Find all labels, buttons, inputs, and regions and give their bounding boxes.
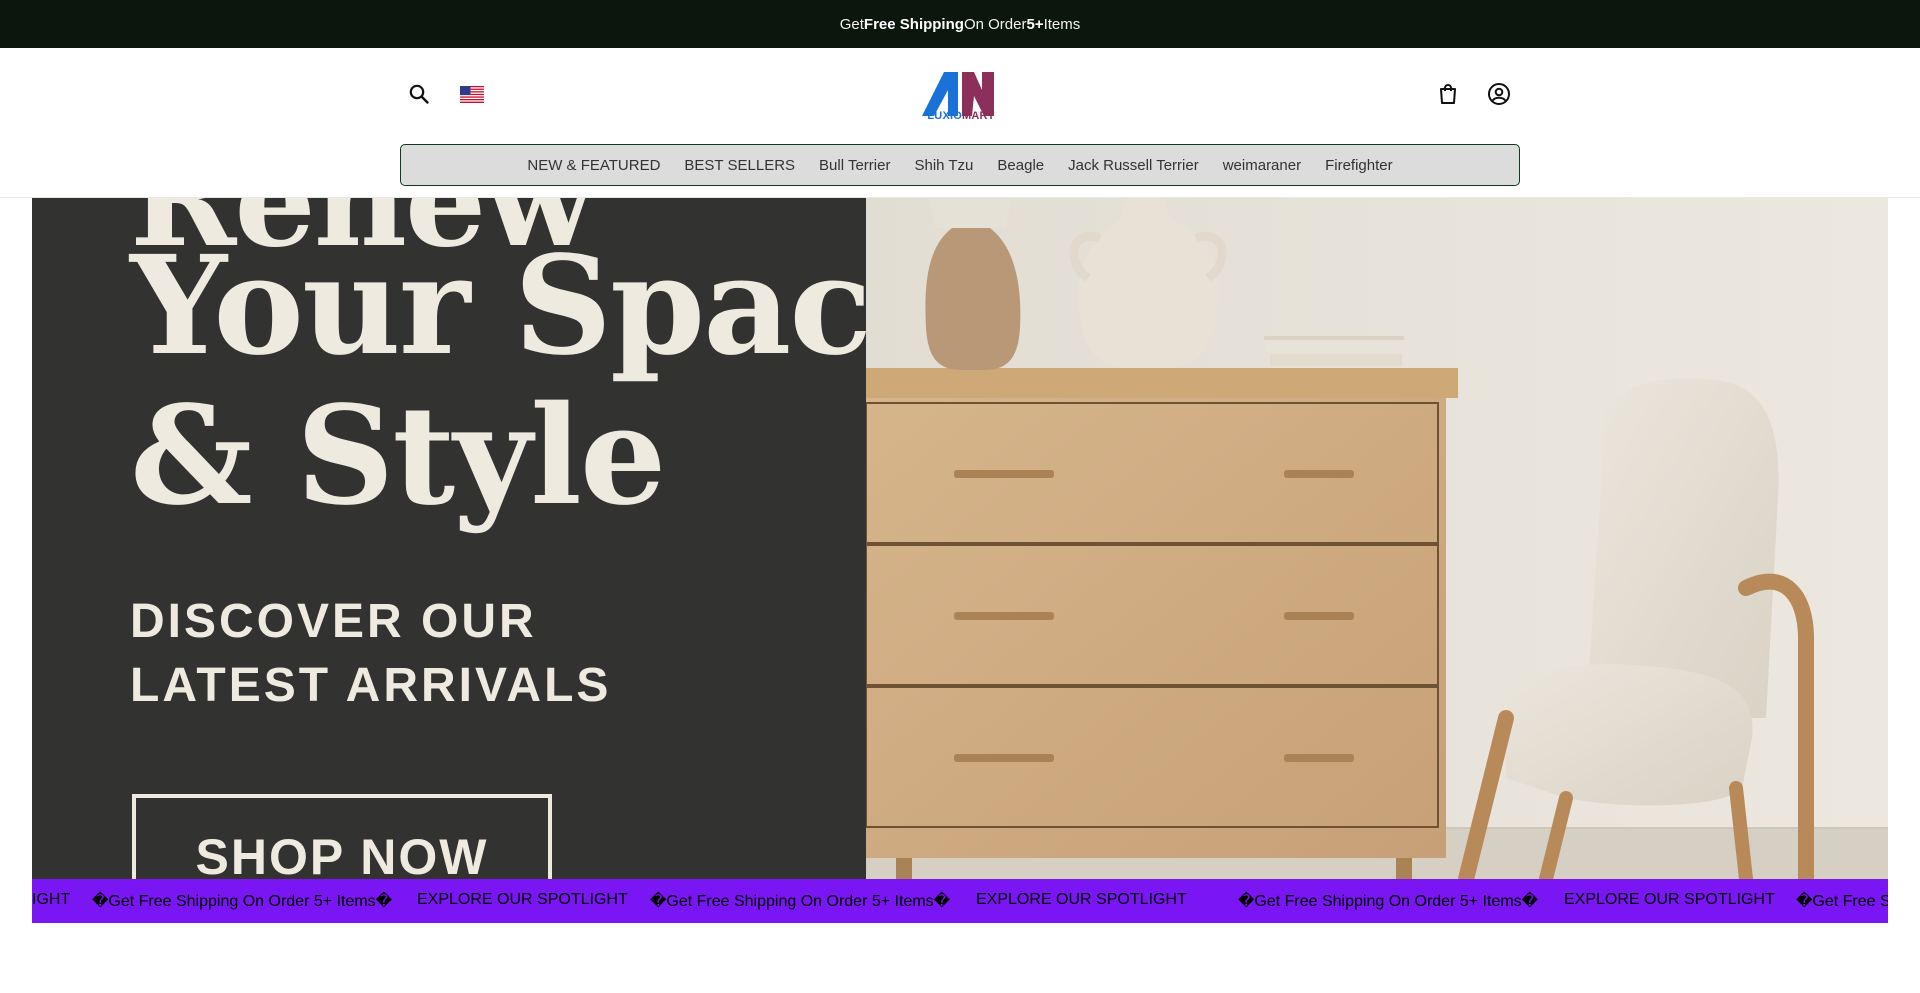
announcement-items: Items [1043, 15, 1081, 33]
nav-item-bull-terrier[interactable]: Bull Terrier [819, 157, 890, 174]
hero-headline-line2: & Style [130, 376, 666, 536]
site-header: LUXIOMART NEW & FEATURED BEST SELLERS Bu… [0, 48, 1920, 198]
marquee-item: EXPLORE OUR SPOTLIGHT [417, 891, 628, 908]
furniture-scene-illustration [866, 198, 1888, 879]
nav-item-firefighter[interactable]: Firefighter [1325, 157, 1393, 174]
shop-now-button[interactable]: SHOP NOW [132, 794, 552, 879]
logo-wordmark-part2: MART [962, 110, 995, 122]
marquee-item-text: Get Free Shipping On Order 5+ Items [108, 893, 376, 910]
search-icon[interactable] [407, 82, 431, 106]
marquee-item: �Get Free Sh [1796, 891, 1888, 911]
marquee-item: EXPLORE OUR SPOTLIGHT [1564, 891, 1775, 908]
marquee-item: �Get Free Shipping On Order 5+ Items� [650, 893, 951, 910]
announcement-free-shipping: Free Shipping [863, 15, 964, 33]
user-circle-icon[interactable] [1487, 82, 1511, 106]
us-flag-icon[interactable] [460, 86, 484, 103]
marquee-item-text: Get Free Sh [1812, 893, 1888, 910]
hero-subheadline: DISCOVER OUR LATEST ARRIVALS [130, 595, 612, 712]
logo-wordmark: LUXIOMART [922, 110, 1000, 122]
nav-item-new-featured[interactable]: NEW & FEATURED [527, 157, 660, 174]
hero-headline-line1: Your Space [130, 226, 866, 386]
hero-image-furniture [866, 198, 1888, 879]
hero-banner[interactable]: Renew Your Space & Style DISCOVER OUR LA… [32, 198, 1888, 879]
nav-item-best-sellers[interactable]: BEST SELLERS [684, 157, 795, 174]
logo-wordmark-part1: LUXIO [927, 110, 963, 122]
nav-item-shih-tzu[interactable]: Shih Tzu [914, 157, 973, 174]
hero-text-panel: Renew Your Space & Style DISCOVER OUR LA… [32, 198, 866, 879]
shopping-bag-icon[interactable] [1436, 82, 1460, 106]
nav-item-weimaraner[interactable]: weimaraner [1223, 157, 1301, 174]
marquee-item: IGHT [32, 891, 71, 908]
main-nav: NEW & FEATURED BEST SELLERS Bull Terrier… [400, 144, 1520, 186]
marquee-item: �Get Free Shipping On Order 5+ Items� [1238, 893, 1539, 910]
marquee-item: EXPLORE OUR SPOTLIGHT [976, 891, 1187, 908]
announcement-get: Get [839, 15, 864, 33]
announcement-count: 5+ [1026, 15, 1044, 33]
nav-item-beagle[interactable]: Beagle [997, 157, 1044, 174]
nav-item-jack-russell-terrier[interactable]: Jack Russell Terrier [1068, 157, 1199, 174]
marquee-item-text: Get Free Shipping On Order 5+ Items [666, 893, 934, 910]
announcement-on-order: On Order [963, 15, 1027, 33]
announcement-bar: Get Free Shipping On Order 5+ Items [0, 0, 1920, 48]
marquee-item-text: Get Free Shipping On Order 5+ Items [1254, 893, 1522, 910]
marquee-item: �Get Free Shipping On Order 5+ Items� [92, 893, 393, 910]
promo-marquee: IGHT �Get Free Shipping On Order 5+ Item… [32, 879, 1888, 923]
